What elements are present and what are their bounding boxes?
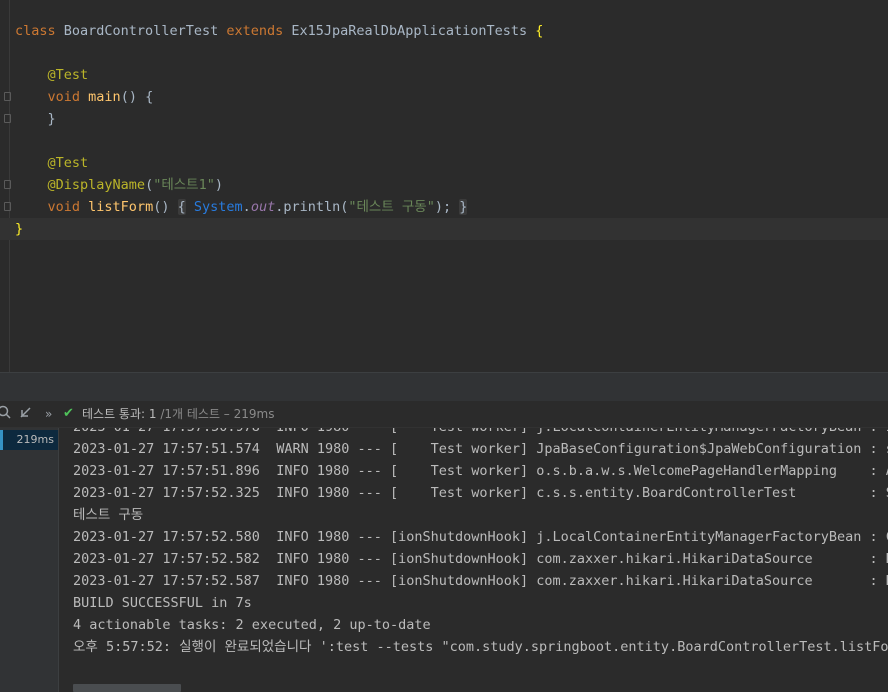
string-literal: "테스트 구동" bbox=[348, 199, 435, 215]
console-line: 2023-01-27 17:57:51.574 WARN 1980 --- [ … bbox=[73, 441, 888, 457]
fold-marker-icon[interactable] bbox=[4, 92, 11, 101]
method-name: main bbox=[88, 89, 121, 105]
console-line: BUILD SUCCESSFUL in 7s bbox=[73, 595, 252, 611]
out-field: out bbox=[250, 199, 276, 215]
panel-splitter[interactable] bbox=[0, 372, 888, 401]
passed-count: 1 bbox=[148, 407, 157, 421]
fold-marker-icon[interactable] bbox=[4, 114, 11, 123]
console-line: 오후 5:57:52: 실행이 완료되었습니다 ':test --tests "… bbox=[73, 639, 888, 655]
code-line-5[interactable]: } bbox=[0, 108, 888, 130]
folded-open-brace[interactable]: { bbox=[177, 199, 186, 215]
open-brace: { bbox=[535, 23, 544, 39]
statement-close: ); bbox=[434, 199, 452, 215]
run-toolbar: » ✔ 테스트 통과: 1 /1개 테스트 – 219ms bbox=[0, 401, 888, 428]
paren-close: ) bbox=[214, 177, 223, 193]
folded-close-brace[interactable]: } bbox=[459, 199, 468, 215]
keyword-void: void bbox=[47, 89, 81, 105]
console-output[interactable]: 2023-01-27 17:57:50.978 INFO 1980 --- [ … bbox=[59, 428, 888, 692]
annotation-test: @Test bbox=[47, 67, 89, 83]
fold-marker-icon[interactable] bbox=[4, 202, 11, 211]
console-line: 테스트 구동 bbox=[73, 507, 144, 523]
method-signature: () { bbox=[120, 89, 154, 105]
check-icon: ✔ bbox=[63, 406, 74, 421]
test-duration: 219ms bbox=[16, 433, 54, 446]
more-icon[interactable]: » bbox=[45, 405, 52, 423]
annotation-display-name: @DisplayName bbox=[47, 177, 146, 193]
code-editor[interactable]: class BoardControllerTest extends Ex15Jp… bbox=[0, 0, 888, 372]
keyword-class: class bbox=[15, 23, 56, 39]
paren-open: ( bbox=[145, 177, 154, 193]
method-parens: () bbox=[153, 199, 170, 215]
console-line: 2023-01-27 17:57:52.587 INFO 1980 --- [i… bbox=[73, 573, 888, 589]
system-class: System bbox=[193, 199, 243, 215]
console-line: 2023-01-27 17:57:51.896 INFO 1980 --- [ … bbox=[73, 463, 888, 479]
collapse-icon[interactable] bbox=[19, 405, 33, 425]
horizontal-scrollbar[interactable] bbox=[73, 684, 181, 692]
method-name: listForm bbox=[88, 199, 154, 215]
console-line: 2023-01-27 17:57:52.582 INFO 1980 --- [i… bbox=[73, 551, 888, 567]
dot: . bbox=[242, 199, 251, 215]
test-tree-row[interactable]: 219ms bbox=[0, 430, 58, 450]
class-close-brace: } bbox=[15, 221, 24, 237]
string-literal: "테스트1" bbox=[153, 177, 215, 193]
close-brace: } bbox=[47, 111, 56, 127]
console-line: 4 actionable tasks: 2 executed, 2 up-to-… bbox=[73, 617, 431, 633]
code-line-4[interactable]: void main() { bbox=[0, 86, 888, 108]
annotation-test: @Test bbox=[47, 155, 89, 171]
code-line-9[interactable]: void listForm() { System.out.println("테스… bbox=[0, 196, 888, 218]
keyword-extends: extends bbox=[226, 23, 284, 39]
search-icon[interactable] bbox=[0, 405, 11, 425]
code-line-10[interactable]: } bbox=[0, 218, 888, 240]
parent-class-name: Ex15JpaRealDbApplicationTests bbox=[291, 23, 528, 39]
console-line: 2023-01-27 17:57:52.325 INFO 1980 --- [ … bbox=[73, 485, 888, 501]
code-line-3[interactable]: @Test bbox=[0, 64, 888, 86]
code-line-1[interactable]: class BoardControllerTest extends Ex15Jp… bbox=[0, 20, 888, 42]
test-tree-panel: 219ms bbox=[0, 428, 59, 692]
test-status: 테스트 통과: 1 /1개 테스트 – 219ms bbox=[82, 405, 274, 423]
status-detail: /1개 테스트 – 219ms bbox=[156, 407, 275, 421]
code-line-8[interactable]: @DisplayName("테스트1") bbox=[0, 174, 888, 196]
keyword-void: void bbox=[47, 199, 81, 215]
status-label: 테스트 통과: bbox=[82, 407, 149, 421]
fold-marker-icon[interactable] bbox=[4, 180, 11, 189]
console-line: 2023-01-27 17:57:52.580 INFO 1980 --- [i… bbox=[73, 529, 888, 545]
code-line-7[interactable]: @Test bbox=[0, 152, 888, 174]
class-name: BoardControllerTest bbox=[63, 23, 219, 39]
console-line: 2023-01-27 17:57:50.978 INFO 1980 --- [ … bbox=[73, 428, 888, 438]
println-call: .println( bbox=[275, 199, 349, 215]
